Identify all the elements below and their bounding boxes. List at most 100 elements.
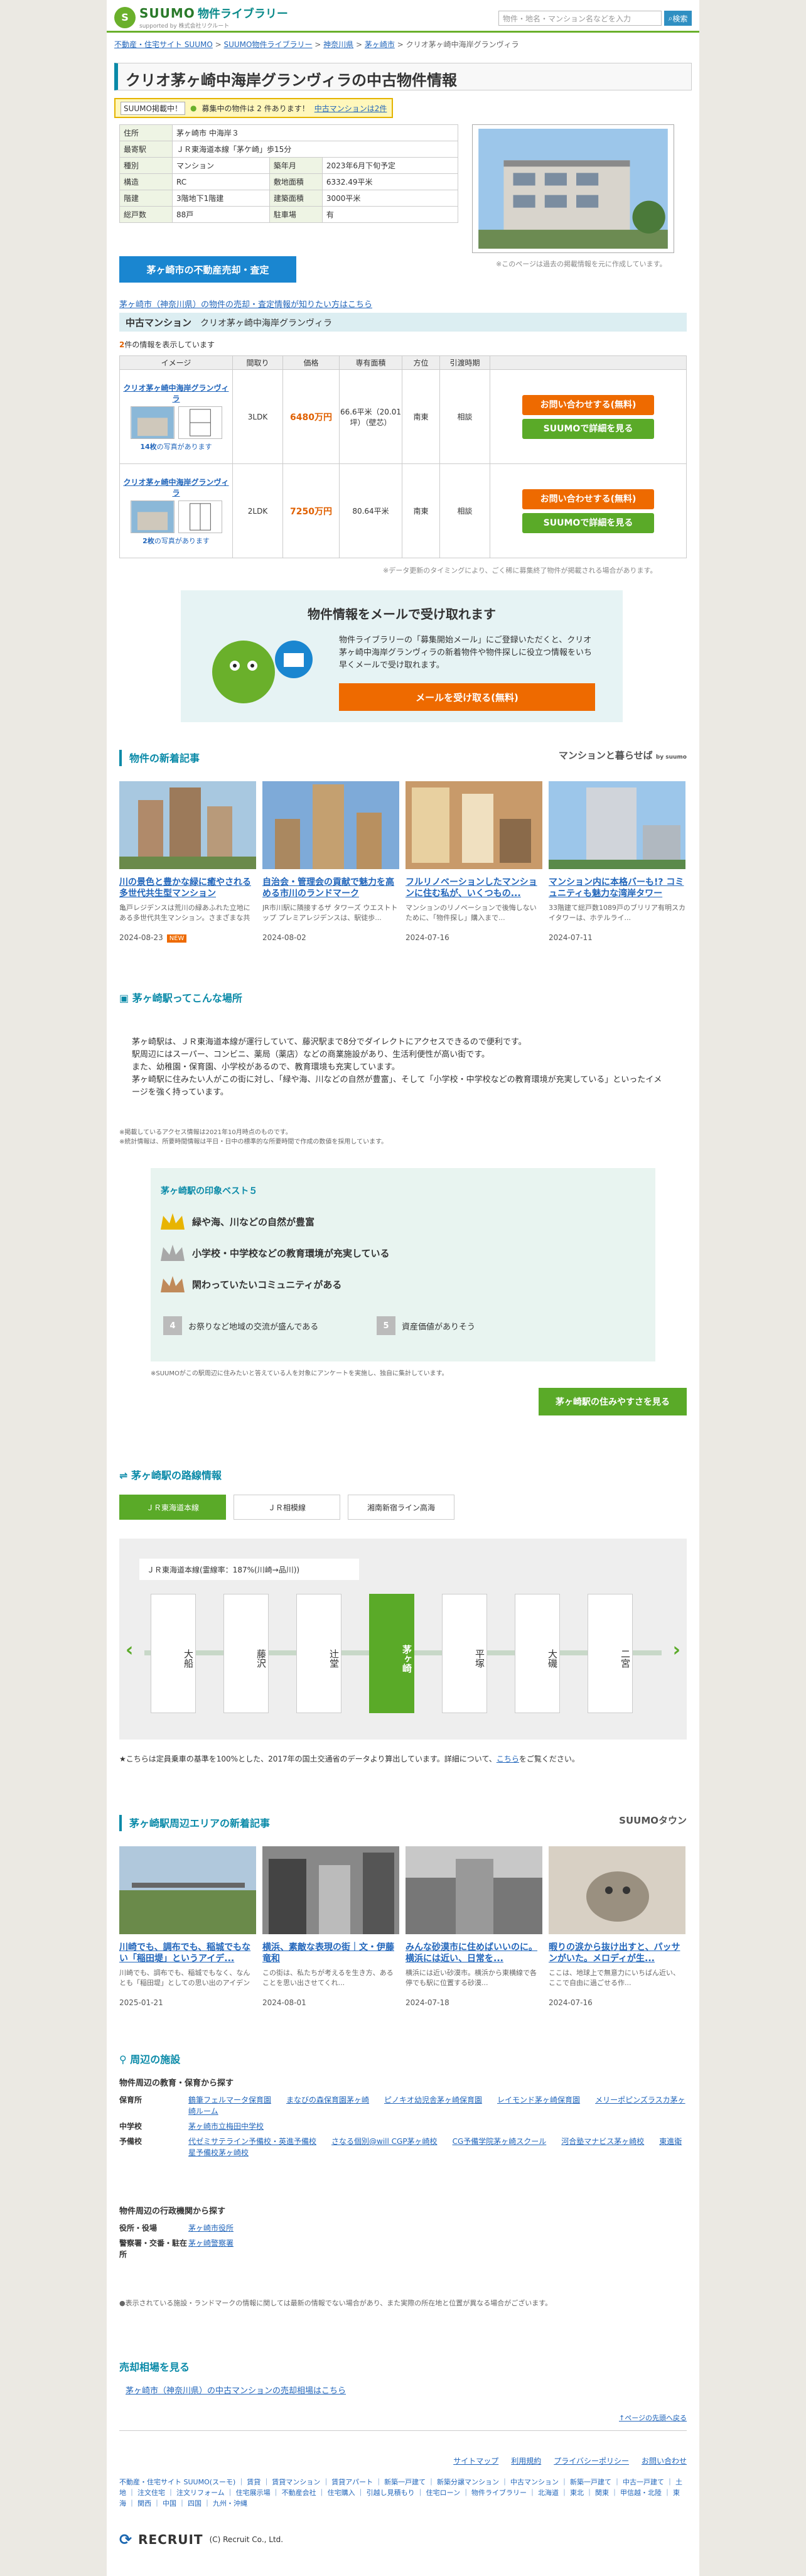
logo-text: SUUMO	[139, 6, 195, 21]
back-to-top-link[interactable]: ↑ページの先頭へ戻る	[619, 2413, 687, 2423]
facility-link[interactable]: 茅ヶ崎警察署	[188, 2239, 234, 2248]
rail-note-link[interactable]: こちら	[497, 1755, 519, 1763]
inquire-button[interactable]: お問い合わせする(無料)	[522, 489, 654, 509]
facility-link[interactable]: CG予備学院茅ヶ崎スクール	[453, 2137, 547, 2146]
mail-text: 物件ライブラリーの「募集開始メール」にご登録いただくと、クリオ茅ヶ崎中海岸グラン…	[339, 636, 593, 670]
mail-title: 物件情報をメールで受け取れます	[308, 607, 496, 622]
facility-row: 保育所 鶴筆フェルマータ保育園 まなびの森保育園茅ヶ崎 ピノキオ幼児舎茅ヶ崎保育園 レイ…	[119, 2094, 687, 2117]
tab-line[interactable]: 湘南新宿ライン高海	[348, 1495, 454, 1520]
brand-by: by suumo	[655, 754, 687, 760]
listing-photo[interactable]	[130, 500, 175, 533]
article-title[interactable]: 川崎でも、調布でも、稲城でもない「稲田堤」というアイデ...	[119, 1942, 256, 1966]
facility-link[interactable]: 茅ヶ崎市立梅田中学校	[188, 2122, 264, 2131]
badge-link[interactable]: 中古マンションは2件	[314, 103, 387, 114]
articles-brand: マンションと暮らせば by suumo	[559, 749, 687, 762]
listing-table: イメージ 間取り 価格 専有面積 方位 引渡時期 クリオ茅ヶ崎中海岸グランヴィラ…	[119, 355, 687, 558]
breadcrumb-item[interactable]: SUUMO物件ライブラリー	[224, 40, 313, 49]
article-card[interactable]: みんな砂漠市に住めばいいのに。横浜には近い、日常を... 横浜には近い砂漠市。横…	[406, 1846, 542, 2007]
tab-line[interactable]: ＪＲ東海道本線	[119, 1495, 226, 1520]
footer-link[interactable]: お問い合わせ	[642, 2455, 687, 2466]
footer-sitemap-links[interactable]: 不動産・住宅サイト SUUMO(スーモ) ｜ 賃貸 ｜ 賃貸マンション ｜ 賃貸…	[119, 2477, 687, 2509]
logo-suffix: 物件ライブラリー	[197, 8, 288, 21]
article-title[interactable]: 自治会・管理会の貢献で魅力を高める市川のランドマーク	[262, 877, 399, 901]
article-title[interactable]: フルリノベーションしたマンションに住む私が、いくつもの...	[406, 877, 542, 901]
floorplan-image[interactable]	[178, 406, 222, 439]
next-arrow-icon[interactable]: ›	[673, 1639, 680, 1661]
property-photo[interactable]	[472, 124, 674, 253]
recruit-r-icon: ⟳	[119, 2531, 132, 2548]
photo-count-suffix: の写真があります	[156, 442, 212, 451]
best-item-text: 緑や海、川などの自然が豊富	[192, 1216, 315, 1228]
photo-count[interactable]: 14枚	[140, 443, 156, 451]
footer-divider	[119, 2430, 687, 2431]
breadcrumb-item[interactable]: 茅ヶ崎市	[365, 40, 395, 49]
facility-link[interactable]: さなる個別@will CGP茅ヶ崎校	[331, 2137, 438, 2146]
article-title[interactable]: 川の景色と豊かな緑に癒やされる多世代共生型マンション	[119, 877, 256, 901]
direction: 南東	[402, 369, 440, 464]
layout: 3LDK	[232, 369, 283, 464]
facilities-subtitle: 物件周辺の教育・保育から探す	[119, 2079, 234, 2088]
area-sell-link[interactable]: 茅ヶ崎市（神奈川県）の物件の売却・査定情報が知りたい方はこちら	[119, 298, 372, 310]
article-title[interactable]: 暇りの涙から抜け出すと、パッサンがいた。メロディが生...	[549, 1942, 685, 1966]
footer-link[interactable]: サイトマップ	[453, 2455, 498, 2466]
line-congestion-label: ＪＲ東海道本線(霊線率：187%(川崎→品川))	[139, 1559, 359, 1580]
info-key: 構造	[119, 173, 173, 190]
facility-link[interactable]: 鶴筆フェルマータ保育園	[188, 2096, 271, 2104]
station-item[interactable]: 二宮	[588, 1594, 633, 1713]
station-item-current[interactable]: 茅ヶ崎	[369, 1594, 414, 1713]
station-item[interactable]: 辻堂	[296, 1594, 341, 1713]
floorplan-image[interactable]	[178, 500, 222, 533]
facility-link[interactable]: レイモンド茅ヶ崎保育園	[497, 2096, 580, 2104]
footer-link[interactable]: 利用規約	[511, 2455, 541, 2466]
station-item[interactable]: 大船	[151, 1594, 196, 1713]
best-item-text: 資産価値がありそう	[402, 1322, 476, 1332]
detail-button[interactable]: SUUMOで詳細を見る	[522, 512, 654, 533]
facility-link[interactable]: 河合塾マナビス茅ヶ崎校	[561, 2137, 644, 2146]
site-logo[interactable]: S SUUMO 物件ライブラリー supported by 株式会社リクルート	[114, 5, 288, 30]
article-card[interactable]: マンション内に本格バーも!? コミュニティも魅力な湾岸タワー 33階建て総戸数1…	[549, 781, 685, 942]
article-title[interactable]: マンション内に本格バーも!? コミュニティも魅力な湾岸タワー	[549, 877, 685, 901]
article-title[interactable]: みんな砂漠市に住めばいいのに。横浜には近い、日常を...	[406, 1942, 542, 1966]
article-image	[549, 781, 685, 869]
col-header: 引渡時期	[439, 355, 490, 370]
article-card[interactable]: 自治会・管理会の貢献で魅力を高める市川のランドマーク JR市川駅に隣接するザ タ…	[262, 781, 399, 942]
facility-link[interactable]: まなびの森保育園茅ヶ崎	[286, 2096, 369, 2104]
station-item[interactable]: 大磯	[515, 1594, 560, 1713]
listing-name-link[interactable]: クリオ茅ヶ崎中海岸グランヴィラ	[120, 477, 232, 498]
facility-link[interactable]: ピノキオ幼児舎茅ヶ崎保育園	[384, 2096, 482, 2104]
station-item[interactable]: 平塚	[442, 1594, 487, 1713]
train-icon: ▣	[119, 992, 132, 1004]
article-card[interactable]: 横浜、素敵な表現の街｜文・伊藤竜和 この街は、私たちが考えるを生き方、あることを…	[262, 1846, 399, 2007]
facilities-title-text: 周辺の施設	[130, 2054, 181, 2065]
station-note: ※統計情報は、所要時間情報は平日・日中の標準的な所要時間で作成の数値を採用してい…	[119, 1139, 388, 1145]
area-articles-brand: SUUMOタウン	[619, 1815, 687, 1826]
photo-note: ※このページは過去の掲載情報を元に作成しています。	[496, 260, 667, 268]
article-card[interactable]: フルリノベーションしたマンションに住む私が、いくつもの... マンションのリノベ…	[406, 781, 542, 942]
breadcrumb-item[interactable]: 神奈川県	[323, 40, 353, 49]
station-section-title: ▣ 茅ヶ崎駅ってこんな場所	[119, 990, 687, 1005]
sell-assessment-button[interactable]: 茅ヶ崎市の不動産売却・査定	[119, 256, 296, 283]
price-link[interactable]: 茅ヶ崎市（神奈川県）の中古マンションの売却相場はこちら	[126, 2384, 346, 2396]
livability-button[interactable]: 茅ヶ崎駅の住みやすさを見る	[539, 1388, 687, 1415]
article-card[interactable]: 暇りの涙から抜け出すと、パッサンがいた。メロディが生... ここは、地球上で無意…	[549, 1846, 685, 2007]
photo-count[interactable]: 2枚	[142, 537, 154, 545]
footer-link[interactable]: プライバシーポリシー	[554, 2455, 629, 2466]
search-input[interactable]: 物件・地名・マンション名などを入力	[498, 11, 662, 26]
search-button[interactable]: ⌕ 検索	[664, 11, 692, 26]
article-title[interactable]: 横浜、素敵な表現の街｜文・伊藤竜和	[262, 1942, 399, 1966]
detail-button[interactable]: SUUMOで詳細を見る	[522, 418, 654, 439]
listing-name-link[interactable]: クリオ茅ヶ崎中海岸グランヴィラ	[120, 382, 232, 404]
listing-photo[interactable]	[130, 406, 175, 439]
article-card[interactable]: 川の景色と豊かな緑に癒やされる多世代共生型マンション 亀戸レジデンスは荒川の緑あ…	[119, 781, 256, 943]
facility-link[interactable]: 茅ヶ崎市役所	[188, 2224, 234, 2232]
article-desc: 横浜には近い砂漠市。横浜から東横線で各停でも駅に位置する砂漠...	[406, 1969, 537, 1987]
tab-line[interactable]: ＪＲ相模線	[234, 1495, 340, 1520]
station-item[interactable]: 藤沢	[223, 1594, 269, 1713]
inquire-button[interactable]: お問い合わせする(無料)	[522, 394, 654, 415]
article-card[interactable]: 川崎でも、調布でも、稲城でもない「稲田堤」というアイデ... 川崎でも、調布でも…	[119, 1846, 256, 2007]
facility-link[interactable]: 代ゼミサテライン予備校・英進予備校	[188, 2137, 316, 2146]
mail-signup-button[interactable]: メールを受け取る(無料)	[339, 683, 595, 711]
prev-arrow-icon[interactable]: ‹	[126, 1639, 133, 1661]
count-text: 件の情報を表示しています	[124, 340, 215, 349]
breadcrumb-item[interactable]: 不動産・住宅サイト SUUMO	[114, 40, 213, 49]
